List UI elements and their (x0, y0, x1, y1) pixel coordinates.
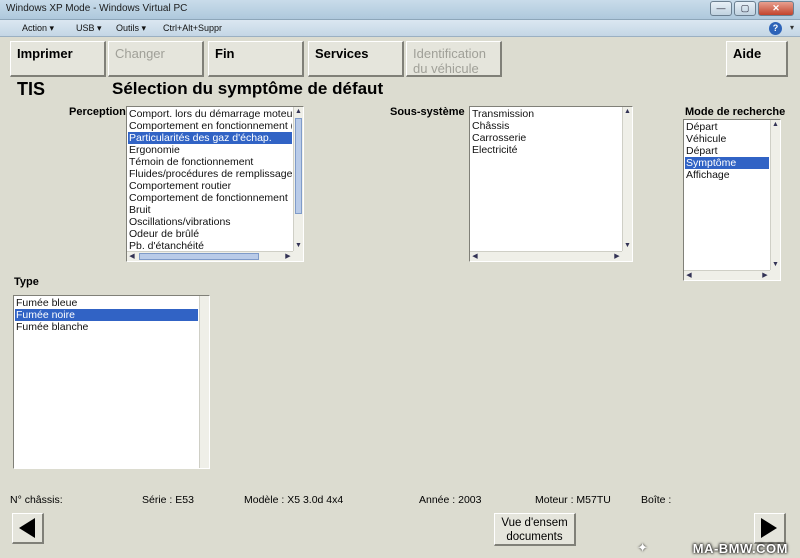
identification-label-1: Identification (413, 46, 486, 61)
scroll-thumb[interactable] (295, 118, 302, 214)
perception-list-item[interactable]: Particularités des gaz d'échap. (128, 132, 292, 144)
mode-recherche-list-item[interactable]: Symptôme (685, 157, 769, 169)
sous-systeme-list-item[interactable]: Electricité (471, 144, 621, 156)
annee-value: Année : 2003 (419, 494, 482, 506)
menu-action[interactable]: Action ▾ (22, 23, 54, 34)
type-list-item[interactable]: Fumée noire (15, 309, 198, 321)
mode-recherche-list-item[interactable]: Départ (685, 121, 769, 133)
modele-value: Modèle : X5 3.0d 4x4 (244, 494, 344, 506)
scroll-right-icon[interactable]: ▶ (760, 271, 770, 280)
arrow-left-icon (19, 518, 35, 538)
imprimer-button[interactable]: Imprimer (10, 41, 106, 77)
doc-button-line-2: documents (506, 531, 563, 543)
mode-recherche-hscrollbar[interactable]: ◀ ▶ (684, 270, 770, 280)
perception-list-item[interactable]: Ergonomie (128, 144, 292, 156)
perception-list-item[interactable]: Comportement de fonctionnement (128, 192, 292, 204)
maximize-icon[interactable]: ▢ (734, 1, 756, 16)
mode-recherche-listbox[interactable]: Départ Véhicule Départ Symptôme Affichage ▲ … (683, 119, 781, 281)
scroll-left-icon[interactable]: ◀ (470, 252, 480, 261)
scroll-right-icon[interactable]: ▶ (612, 252, 622, 261)
sous-systeme-listbox[interactable]: Transmission Châssis Carrosserie Electricit… (469, 106, 633, 262)
scroll-down-icon[interactable]: ▼ (771, 260, 780, 270)
doc-button-line-1: Vue d'ensem (501, 517, 568, 529)
boite-value: Boîte : (641, 494, 672, 506)
perception-label: Perception (69, 106, 126, 118)
scroll-right-icon[interactable]: ▶ (283, 252, 293, 261)
perception-list-item[interactable]: Comportement en fonctionnement ( (128, 120, 292, 132)
sous-systeme-vscrollbar[interactable]: ▲ ▼ (622, 107, 632, 251)
perception-list-item[interactable]: Bruit (128, 204, 292, 216)
perception-listbox[interactable]: Comport. lors du démarrage moteur Comport… (126, 106, 304, 262)
perception-list-item[interactable]: Comportement routier (128, 180, 292, 192)
menu-ctrl-alt-suppr[interactable]: Ctrl+Alt+Suppr (163, 23, 222, 33)
moteur-value: Moteur : M57TU (535, 494, 611, 506)
type-list-item[interactable]: Fumée blanche (15, 321, 198, 333)
scroll-up-icon[interactable]: ▲ (623, 107, 632, 117)
window-title: Windows XP Mode - Windows Virtual PC (6, 3, 188, 14)
mode-recherche-label: Mode de recherche (685, 106, 786, 118)
menu-usb[interactable]: USB ▾ (76, 23, 102, 34)
sous-systeme-list-item[interactable]: Carrosserie (471, 132, 621, 144)
perception-vscrollbar[interactable]: ▲ ▼ (293, 107, 303, 251)
menubar: Action ▾ USB ▾ Outils ▾ Ctrl+Alt+Suppr ?… (0, 20, 800, 37)
watermark-star-icon: ✦ (637, 540, 648, 555)
type-vscrollbar[interactable] (199, 296, 209, 468)
perception-list-item[interactable]: Odeur de brûlé (128, 228, 292, 240)
close-icon[interactable]: ✕ (758, 1, 794, 16)
scroll-up-icon[interactable]: ▲ (294, 107, 303, 117)
help-icon[interactable]: ? (769, 22, 782, 35)
sous-systeme-label: Sous-système (390, 106, 465, 118)
type-listbox[interactable]: Fumée bleue Fumée noire Fumée blanche (13, 295, 210, 469)
perception-list-item[interactable]: Pb. d'étanchéité (128, 240, 292, 250)
mode-recherche-list-item[interactable]: Véhicule (685, 133, 769, 145)
scroll-left-icon[interactable]: ◀ (127, 252, 137, 261)
app-name: TIS (17, 79, 46, 99)
type-label: Type (14, 276, 39, 288)
sous-systeme-list-item[interactable]: Châssis (471, 120, 621, 132)
chevron-down-icon[interactable]: ▾ (790, 23, 794, 32)
identification-label-2: du véhicule (413, 61, 479, 76)
aide-button[interactable]: Aide (726, 41, 788, 77)
menu-outils[interactable]: Outils ▾ (116, 23, 146, 34)
mode-recherche-list-item[interactable]: Départ (685, 145, 769, 157)
vue-ensemble-documents-button[interactable]: Vue d'ensem documents (494, 513, 576, 546)
perception-list-item[interactable]: Témoin de fonctionnement (128, 156, 292, 168)
sous-systeme-list-item[interactable]: Transmission (471, 108, 621, 120)
identification-vehicule-button[interactable]: Identification du véhicule (406, 41, 502, 77)
previous-button[interactable] (12, 513, 44, 544)
fin-button[interactable]: Fin (208, 41, 304, 77)
scroll-up-icon[interactable]: ▲ (771, 120, 780, 130)
serie-value: Série : E53 (142, 494, 194, 506)
type-list-item[interactable]: Fumée bleue (15, 297, 198, 309)
next-button[interactable] (754, 513, 786, 544)
mode-recherche-vscrollbar[interactable]: ▲ ▼ (770, 120, 780, 270)
mode-recherche-list-item[interactable]: Affichage (685, 169, 769, 181)
perception-list-item[interactable]: Oscillations/vibrations (128, 216, 292, 228)
minimize-icon[interactable]: — (710, 1, 732, 16)
chassis-number: N° châssis: (10, 494, 63, 506)
scroll-down-icon[interactable]: ▼ (623, 241, 632, 251)
scroll-down-icon[interactable]: ▼ (294, 241, 303, 251)
perception-list-item[interactable]: Comport. lors du démarrage moteur (128, 108, 292, 120)
perception-list-item[interactable]: Fluides/procédures de remplissage (128, 168, 292, 180)
window-titlebar: Windows XP Mode - Windows Virtual PC — ▢… (0, 0, 800, 20)
page-title: Sélection du symptôme de défaut (112, 79, 384, 98)
changer-button[interactable]: Changer (108, 41, 204, 77)
perception-hscrollbar[interactable]: ◀ ▶ (127, 251, 293, 261)
arrow-right-icon (761, 518, 777, 538)
services-button[interactable]: Services (308, 41, 404, 77)
vehicle-status-bar: N° châssis: Série : E53 Modèle : X5 3.0d… (4, 492, 796, 508)
tis-application: Imprimer Changer Fin Services Identifica… (4, 37, 796, 558)
scroll-thumb[interactable] (139, 253, 259, 260)
sous-systeme-hscrollbar[interactable]: ◀ ▶ (470, 251, 622, 261)
scroll-left-icon[interactable]: ◀ (684, 271, 694, 280)
watermark: MA-BMW.COM (692, 541, 788, 556)
